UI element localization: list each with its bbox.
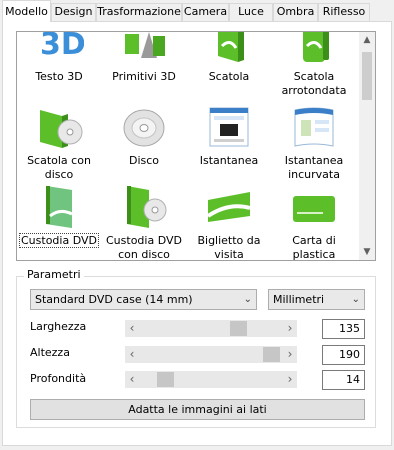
- depth-input[interactable]: 14: [322, 370, 365, 390]
- chevron-left-icon[interactable]: ‹: [125, 320, 139, 337]
- gallery-item-biglietto-da-visita[interactable]: Biglietto da visita: [189, 182, 269, 260]
- gallery-item-carta-di-plastica[interactable]: Carta di plastica: [274, 182, 354, 260]
- gallery-item-label: Scatola arrotondata: [281, 70, 347, 97]
- gallery-item-testo-3d[interactable]: 3D Testo 3D: [19, 32, 99, 98]
- gallery-item-custodia-dvd[interactable]: Custodia DVD: [19, 182, 99, 260]
- width-label: Larghezza: [30, 320, 87, 333]
- params-group-title: Parametri: [24, 268, 84, 281]
- gallery-item-istantanea[interactable]: Istantanea: [189, 102, 269, 182]
- gallery-item-label: Istantanea: [199, 154, 259, 167]
- gallery-item-istantanea-incurvata[interactable]: Istantanea incurvata: [274, 102, 354, 182]
- slider-thumb[interactable]: [263, 347, 280, 362]
- gallery-item-custodia-dvd-con-disco[interactable]: Custodia DVD con disco: [104, 182, 184, 260]
- scroll-thumb[interactable]: [362, 52, 372, 100]
- gallery-item-label: Scatola con disco: [27, 154, 91, 181]
- model-gallery: 3D Testo 3D Primitivi 3D Scatola Scatola…: [16, 31, 376, 261]
- chevron-left-icon[interactable]: ‹: [125, 346, 139, 363]
- screenshot-icon: [209, 107, 249, 147]
- rounded-box-icon: [303, 32, 329, 62]
- unit-select[interactable]: Millimetri ⌄: [268, 289, 365, 310]
- chevron-right-icon[interactable]: ›: [283, 320, 297, 337]
- tab-design[interactable]: Design: [51, 3, 96, 21]
- tab-camera[interactable]: Camera: [182, 3, 229, 21]
- gallery-item-disco[interactable]: Disco: [104, 102, 184, 182]
- fit-images-button[interactable]: Adatta le immagini ai lati: [30, 399, 365, 420]
- height-input[interactable]: 190: [322, 345, 365, 365]
- gallery-item-scatola-arrotondata[interactable]: Scatola arrotondata: [274, 32, 354, 98]
- box-with-disc-icon: [40, 110, 83, 148]
- gallery-item-label: Custodia DVD con disco: [106, 234, 182, 260]
- text-3d-icon: 3D: [40, 32, 84, 62]
- gallery-grid: 3D Testo 3D Primitivi 3D Scatola Scatola…: [17, 32, 360, 260]
- curved-screenshot-icon: [294, 107, 334, 147]
- dvd-case-icon: [46, 186, 73, 228]
- chevron-down-icon: ⌄: [243, 294, 252, 305]
- gallery-item-label: Istantanea incurvata: [284, 154, 344, 181]
- tab-modello[interactable]: Modello: [2, 0, 51, 22]
- plastic-card-icon: [293, 196, 335, 222]
- svg-text:3D: 3D: [40, 32, 84, 62]
- tab-luce[interactable]: Luce: [229, 3, 273, 21]
- tab-ombra[interactable]: Ombra: [273, 3, 318, 21]
- scroll-up-icon[interactable]: ▲: [359, 32, 375, 48]
- gallery-item-label: Testo 3D: [35, 70, 83, 83]
- preset-select[interactable]: Standard DVD case (14 mm) ⌄: [30, 289, 257, 310]
- preset-select-value: Standard DVD case (14 mm): [35, 293, 193, 306]
- unit-select-value: Millimetri: [273, 293, 325, 306]
- disc-icon: [123, 109, 165, 147]
- gallery-scrollbar[interactable]: ▲ ▼: [359, 32, 375, 260]
- chevron-right-icon[interactable]: ›: [283, 346, 297, 363]
- height-slider[interactable]: ‹ ›: [125, 346, 297, 363]
- scroll-down-icon[interactable]: ▼: [359, 244, 375, 260]
- tab-riflesso[interactable]: Riflesso: [318, 3, 370, 21]
- depth-label: Profondità: [30, 372, 87, 385]
- chevron-left-icon[interactable]: ‹: [125, 371, 139, 388]
- gallery-item-primitivi-3d[interactable]: Primitivi 3D: [104, 32, 184, 98]
- primitives-3d-icon: [125, 32, 165, 58]
- business-card-icon: [206, 192, 251, 222]
- gallery-item-label: Primitivi 3D: [112, 70, 176, 83]
- gallery-item-scatola[interactable]: Scatola: [189, 32, 269, 98]
- gallery-item-label: Scatola: [208, 70, 250, 83]
- gallery-item-label: Custodia DVD: [19, 233, 99, 248]
- width-slider[interactable]: ‹ ›: [125, 320, 297, 337]
- tab-trasformazione[interactable]: Trasformazione: [96, 3, 182, 21]
- chevron-right-icon[interactable]: ›: [283, 371, 297, 388]
- height-label: Altezza: [30, 346, 70, 359]
- gallery-item-label: Disco: [128, 154, 160, 167]
- box-icon: [218, 32, 244, 62]
- tab-bar: Modello Design Trasformazione Camera Luc…: [0, 0, 394, 22]
- dvd-case-with-disc-icon: [127, 186, 167, 228]
- gallery-item-label: Biglietto da visita: [197, 234, 261, 260]
- gallery-item-scatola-con-disco[interactable]: Scatola con disco: [19, 102, 99, 182]
- gallery-item-label: Carta di plastica: [292, 234, 336, 260]
- slider-thumb[interactable]: [157, 372, 174, 387]
- width-input[interactable]: 135: [322, 319, 365, 339]
- depth-slider[interactable]: ‹ ›: [125, 371, 297, 388]
- slider-thumb[interactable]: [230, 321, 247, 336]
- chevron-down-icon: ⌄: [351, 294, 360, 305]
